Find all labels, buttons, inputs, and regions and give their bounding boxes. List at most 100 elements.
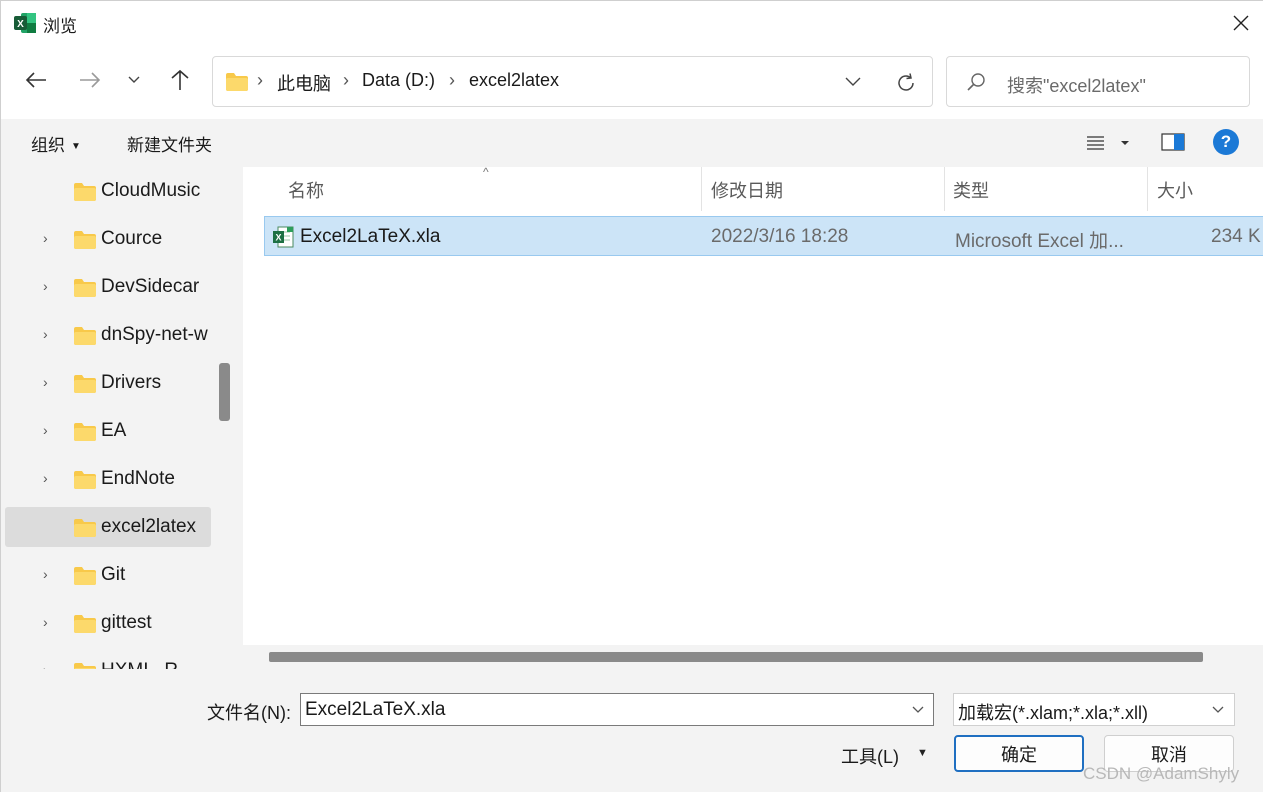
address-bar[interactable]: › 此电脑 › Data (D:) › excel2latex [212, 56, 933, 107]
arrow-left-icon [25, 72, 46, 88]
nav-tree-item[interactable]: CloudMusic [5, 171, 211, 211]
chevron-right-icon[interactable]: › [43, 374, 57, 390]
back-button[interactable] [21, 65, 51, 95]
chevron-right-icon[interactable]: › [43, 278, 57, 294]
folder-icon [73, 518, 97, 543]
filetype-select[interactable]: 加载宏(*.xlam;*.xla;*.xll) [953, 693, 1235, 726]
navigation-pane-scroll-thumb[interactable] [219, 363, 230, 421]
view-options-button[interactable] [1085, 131, 1133, 155]
search-icon [965, 71, 987, 98]
nav-tree-item-label: excel2latex [101, 516, 197, 537]
address-history-button[interactable] [841, 70, 865, 94]
folder-icon [73, 374, 97, 399]
breadcrumb-data-drive[interactable]: Data (D:) [362, 70, 435, 91]
nav-tree-item[interactable]: › Git [5, 555, 211, 595]
arrow-right-icon [80, 72, 101, 88]
nav-tree-item[interactable]: excel2latex [5, 507, 211, 547]
navigation-bar: › 此电脑 › Data (D:) › excel2latex 搜索"excel… [1, 45, 1263, 119]
breadcrumb-separator: › [343, 70, 349, 90]
filetype-dropdown-button[interactable] [1206, 694, 1230, 725]
chevron-right-icon[interactable]: › [43, 614, 57, 630]
chevron-right-icon[interactable]: › [43, 422, 57, 438]
help-button[interactable]: ? [1213, 129, 1239, 155]
ok-button[interactable]: 确定 [954, 735, 1084, 772]
nav-tree-item[interactable]: › EndNote [5, 459, 211, 499]
column-header-size[interactable]: 大小 [1157, 167, 1193, 211]
breadcrumb-separator: › [257, 70, 263, 90]
filetype-value: 加载宏(*.xlam;*.xla;*.xll) [958, 703, 1149, 723]
nav-tree-item-label: DevSidecar [101, 276, 200, 297]
filename-history-button[interactable] [903, 694, 933, 725]
nav-tree-item[interactable]: › EA [5, 411, 211, 451]
file-row[interactable]: X Excel2LaTeX.xla 2022/3/16 18:28 Micros… [264, 216, 1263, 256]
file-size: 234 K [1211, 226, 1261, 247]
chevron-down-icon [845, 77, 861, 86]
view-list-icon [1087, 136, 1129, 150]
caret-down-icon: ▼ [71, 141, 81, 152]
chevron-right-icon[interactable]: › [43, 326, 57, 342]
column-header-type[interactable]: 类型 [953, 167, 989, 211]
caret-down-icon[interactable]: ▼ [917, 747, 928, 759]
preview-pane-button[interactable] [1159, 130, 1187, 154]
file-list: ^ 名称 修改日期 类型 大小 X Excel2LaTeX.xla 2022/3… [243, 167, 1263, 669]
folder-icon [73, 470, 97, 495]
nav-tree-item-label: EndNote [101, 468, 175, 489]
folder-icon [225, 72, 249, 97]
recent-locations-button[interactable] [119, 65, 149, 95]
column-divider[interactable] [1147, 167, 1148, 211]
folder-icon [73, 182, 97, 207]
nav-tree-item-label: Drivers [101, 372, 162, 393]
tools-button[interactable]: 工具(L) [841, 743, 899, 769]
breadcrumb-this-pc[interactable]: 此电脑 [277, 70, 331, 96]
organize-button[interactable]: 组织 ▼ [31, 131, 81, 156]
nav-tree-item[interactable]: › Drivers [5, 363, 211, 403]
nav-tree-item[interactable]: › Cource [5, 219, 211, 259]
chevron-right-icon[interactable]: › [43, 566, 57, 582]
navigation-pane: CloudMusic › Cource › DevSidecar › dnSpy-net-w… [1, 167, 237, 669]
new-folder-button[interactable]: 新建文件夹 [127, 131, 212, 156]
breadcrumb-separator: › [449, 70, 455, 90]
folder-icon [73, 278, 97, 303]
column-header-modified[interactable]: 修改日期 [711, 167, 783, 211]
organize-label: 组织 [31, 136, 65, 155]
refresh-button[interactable] [893, 70, 919, 96]
chevron-right-icon[interactable]: › [43, 470, 57, 486]
nav-tree-item-label: Cource [101, 228, 163, 249]
browse-dialog: X 浏览 › 此电脑 › Data (D:) › excel2latex 搜索"… [0, 0, 1263, 792]
chevron-down-icon [128, 76, 140, 83]
filename-label: 文件名(N): [207, 703, 291, 723]
up-button[interactable] [165, 65, 195, 95]
forward-button[interactable] [75, 65, 105, 95]
file-modified: 2022/3/16 18:28 [711, 226, 849, 247]
chevron-right-icon[interactable]: › [43, 662, 57, 669]
folder-icon [73, 566, 97, 591]
nav-tree-item[interactable]: › DevSidecar [5, 267, 211, 307]
chevron-down-icon [912, 706, 924, 713]
chevron-right-icon[interactable]: › [43, 230, 57, 246]
filename-value: Excel2LaTeX.xla [305, 699, 446, 720]
excel-addin-icon: X [272, 226, 294, 253]
chevron-down-icon [1212, 706, 1224, 713]
file-list-scroll-thumb[interactable] [269, 652, 1203, 662]
close-button[interactable] [1218, 1, 1263, 45]
arrow-up-icon [171, 69, 189, 90]
column-header-name[interactable]: 名称 [288, 167, 324, 211]
column-divider[interactable] [944, 167, 945, 211]
search-box[interactable]: 搜索"excel2latex" [946, 56, 1250, 107]
filename-input[interactable]: Excel2LaTeX.xla [300, 693, 934, 726]
svg-text:X: X [275, 233, 281, 243]
title-bar: X 浏览 [1, 1, 1263, 45]
sort-ascending-icon: ^ [483, 167, 489, 179]
nav-tree-item[interactable]: › HXMI...R... [5, 651, 211, 669]
close-icon [1233, 15, 1249, 31]
nav-tree-item[interactable]: › dnSpy-net-w [5, 315, 211, 355]
command-bar: 组织 ▼ 新建文件夹 ? [1, 119, 1263, 167]
folder-icon [73, 422, 97, 447]
excel-icon: X [13, 12, 37, 34]
folder-icon [73, 662, 97, 669]
column-divider[interactable] [701, 167, 702, 211]
nav-tree-item[interactable]: › gittest [5, 603, 211, 643]
breadcrumb-excel2latex[interactable]: excel2latex [469, 70, 559, 91]
nav-tree-item-label: EA [101, 420, 127, 441]
file-type: Microsoft Excel 加... [955, 231, 1124, 252]
